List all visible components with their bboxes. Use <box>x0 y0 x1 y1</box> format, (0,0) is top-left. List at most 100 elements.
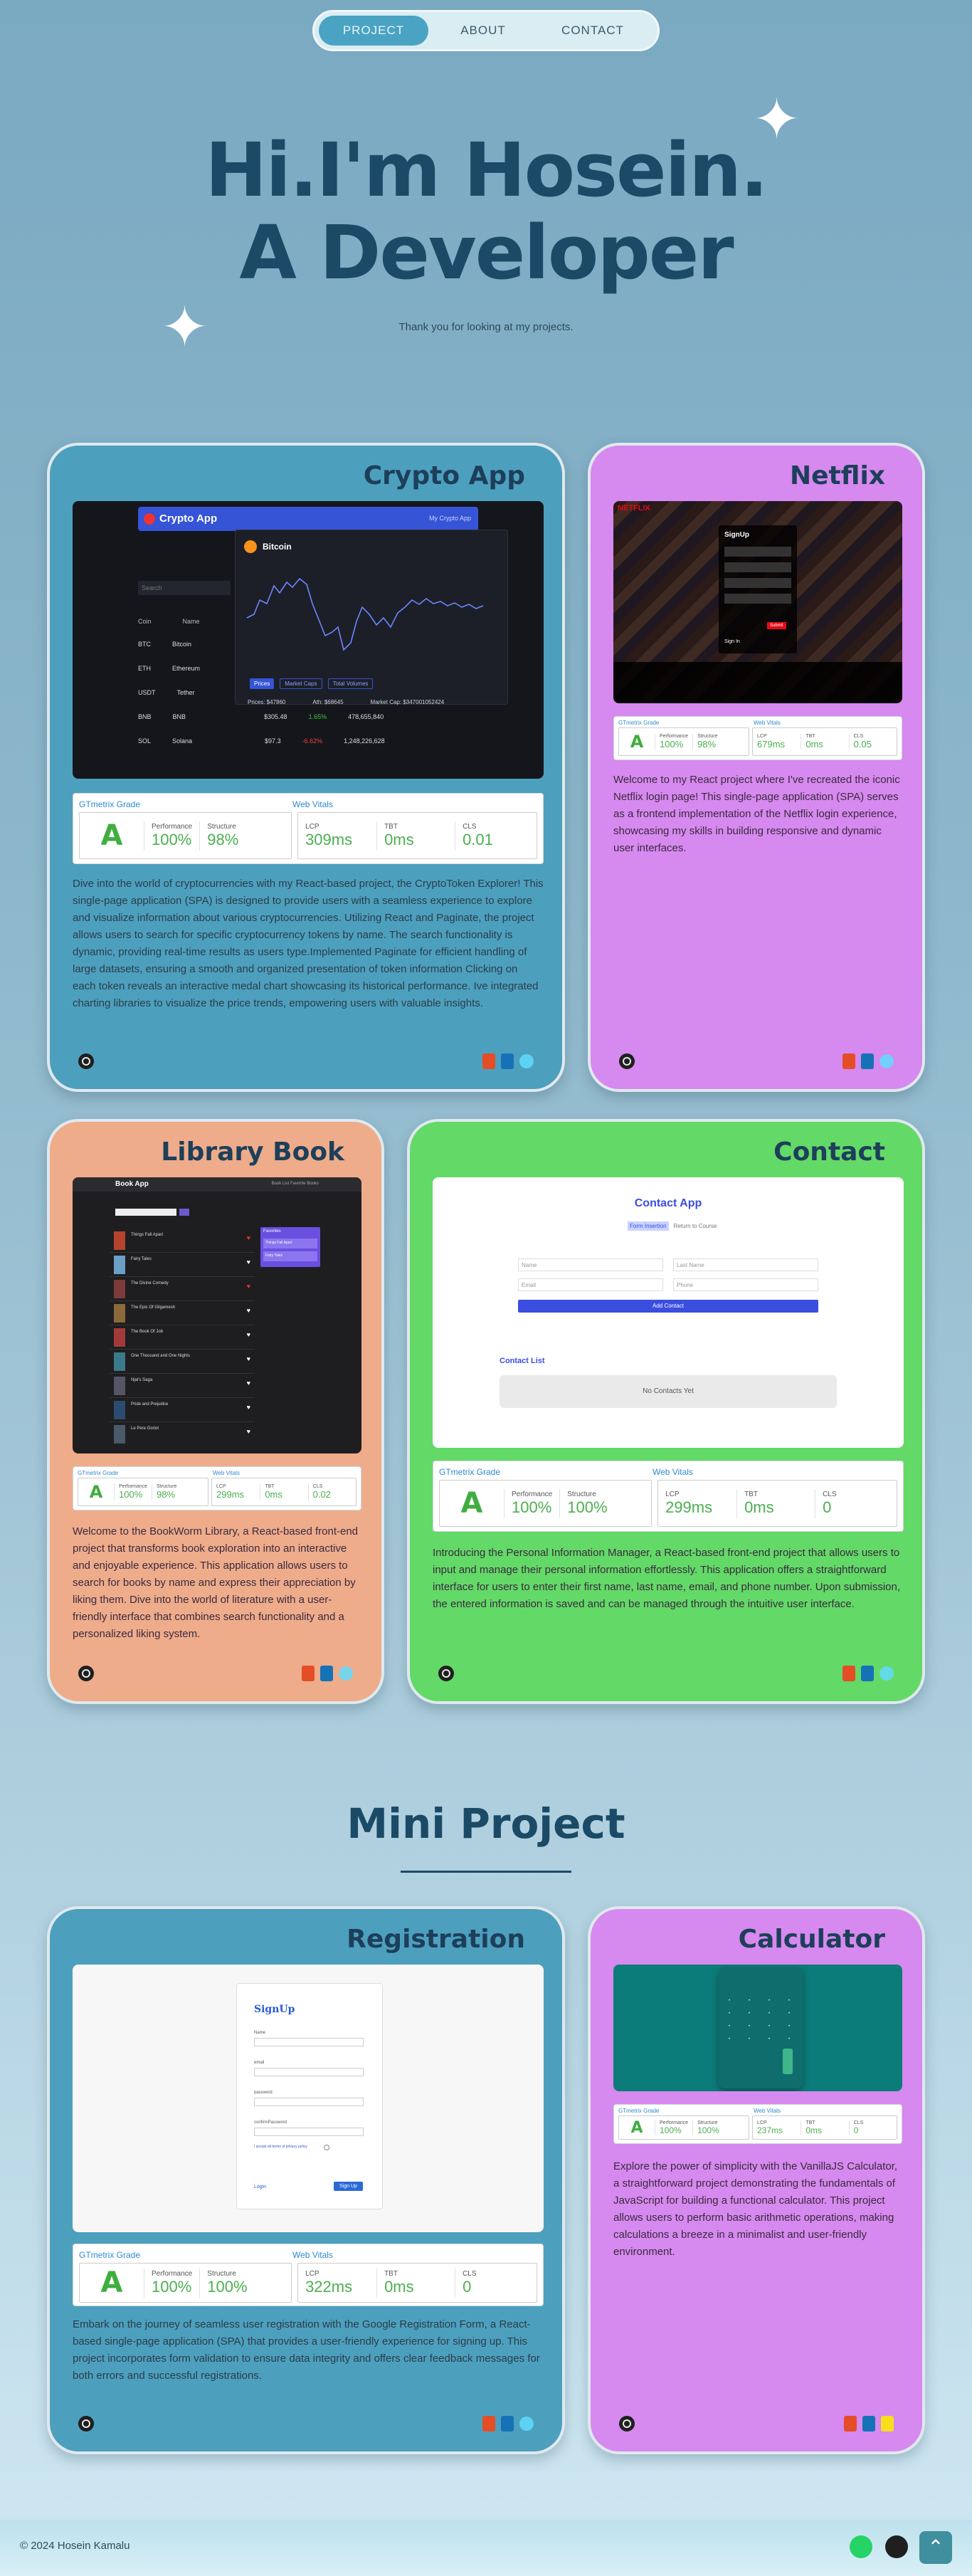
shot-nav-links[interactable]: Book List Favorite Books <box>272 1182 319 1186</box>
whatsapp-icon[interactable] <box>850 2535 872 2558</box>
gtmetrix-panel: GTmetrix Grade Web Vitals A Performance 10… <box>613 2104 902 2144</box>
heart-icon: ♥ <box>246 1404 250 1411</box>
hero-subtitle: Thank you for looking at my projects. <box>398 321 574 333</box>
heart-icon: ♥ <box>246 1307 250 1314</box>
name-field[interactable]: Name <box>518 1258 663 1271</box>
tab-form[interactable]: Form Insertion <box>628 1221 669 1231</box>
add-contact-button[interactable]: Add Contact <box>518 1300 818 1313</box>
grade-badge: A <box>460 1487 483 1520</box>
gtmetrix-panel: GTmetrix Grade Web Vitals A Performance 10… <box>613 716 902 760</box>
gtmetrix-panel: GTmetrix Grade Web Vitals A Performance 10… <box>73 1466 361 1510</box>
shot-search-input[interactable]: Search <box>138 581 231 595</box>
phone-field[interactable]: Phone <box>673 1278 818 1291</box>
github-icon[interactable] <box>619 2416 635 2432</box>
nav-about[interactable]: ABOUT <box>428 16 538 46</box>
project-card-registration: Registration SignUp Name email password … <box>47 1906 565 2454</box>
crypto-logo-icon <box>144 513 155 525</box>
heart-icon: ♥ <box>246 1379 250 1387</box>
gtmetrix-panel: GTmetrix Grade Web Vitals A Performance 10… <box>73 793 544 864</box>
password-input[interactable] <box>254 2098 364 2106</box>
name-input[interactable] <box>254 2038 364 2046</box>
project-screenshot[interactable]: Contact App Form Insertion Return to Cou… <box>433 1177 904 1448</box>
shot-search-input[interactable] <box>115 1209 176 1216</box>
col-coin: Coin <box>138 618 152 625</box>
coin-row[interactable]: BNB BNB $305.48 1.65% 478,655,840 <box>138 713 537 737</box>
login-link[interactable]: Login <box>254 2185 266 2189</box>
signup-button[interactable]: Sign Up <box>334 2182 363 2191</box>
equals-key[interactable] <box>783 2049 793 2074</box>
nav-contact[interactable]: CONTACT <box>538 16 648 46</box>
heart-icon: ♥ <box>246 1355 250 1362</box>
terms-checkbox[interactable] <box>324 2145 329 2150</box>
confirm-password-input[interactable] <box>254 2128 364 2136</box>
coin-row[interactable]: USDT Tether <box>138 689 537 713</box>
project-card-contact: Contact Contact App Form Insertion Retur… <box>407 1119 925 1704</box>
github-icon[interactable] <box>78 1666 94 1681</box>
project-screenshot[interactable]: NETFLIX SignUp Submit Sign In <box>613 501 902 703</box>
coin-row[interactable]: SOL Solana $97.3 -6.62% 1,248,226,628 <box>138 737 537 762</box>
book-row[interactable]: The Book Of Job ♥ <box>110 1325 255 1350</box>
book-row[interactable]: Le Pere Goriot ♥ <box>110 1422 255 1446</box>
react-icon <box>339 1666 353 1681</box>
submit-button[interactable]: Submit <box>767 622 786 629</box>
shot-app-title: Contact App <box>634 1197 702 1209</box>
metric-vitals-label: Web Vitals <box>292 799 333 809</box>
lastname-field[interactable]: Last Name <box>673 1258 818 1271</box>
project-card-crypto: Crypto App Crypto App My Crypto App Bitc… <box>47 443 565 1092</box>
metric-tbt: 0ms <box>384 830 414 848</box>
form-field[interactable] <box>724 547 791 557</box>
col-name: Name <box>182 618 200 625</box>
book-row[interactable]: One Thousand and One Nights ♥ <box>110 1350 255 1374</box>
coin-row[interactable]: ETH Ethereum <box>138 665 537 689</box>
hero-line-2: A Developer <box>239 209 734 296</box>
github-icon[interactable] <box>438 1666 454 1681</box>
form-field[interactable] <box>724 562 791 572</box>
html5-icon <box>302 1666 315 1681</box>
heart-icon: ♥ <box>246 1258 250 1266</box>
arrow-up-icon[interactable]: ⌃ <box>919 2531 952 2564</box>
metric-cls: 0.01 <box>463 830 493 848</box>
search-button[interactable] <box>179 1209 189 1216</box>
book-row[interactable]: Pride and Prejudice ♥ <box>110 1398 255 1422</box>
favorites-panel: Favorites Things Fall Apart Fairy Tales <box>260 1227 320 1267</box>
email-field[interactable]: Email <box>518 1278 663 1291</box>
bitcoin-icon <box>244 540 257 553</box>
project-screenshot[interactable]: Crypto App My Crypto App Bitcoin Prices … <box>73 501 544 779</box>
tab-return[interactable]: Return to Course <box>672 1221 719 1231</box>
book-row[interactable]: Fairy Tales ♥ <box>110 1253 255 1277</box>
form-field[interactable] <box>724 594 791 604</box>
contact-list-title: Contact List <box>500 1357 545 1365</box>
top-nav: PROJECT ABOUT CONTACT <box>312 10 660 51</box>
project-screenshot[interactable]: • • • • • • • • • • • • • • • • <box>613 1965 902 2091</box>
card-title: Contact <box>773 1137 885 1167</box>
book-row[interactable]: Things Fall Apart ♥ <box>110 1229 255 1253</box>
form-field[interactable] <box>724 578 791 588</box>
book-row[interactable]: The Divine Comedy ♥ <box>110 1277 255 1301</box>
book-row[interactable]: The Epic Of Gilgamesh ♥ <box>110 1301 255 1325</box>
metric-performance: 100% <box>152 830 192 848</box>
github-icon[interactable] <box>78 1053 94 1069</box>
book-row[interactable]: Njal's Saga ♥ <box>110 1374 255 1398</box>
shot-app-title: Book App <box>115 1180 149 1188</box>
project-screenshot[interactable]: SignUp Name email password confirmPasswo… <box>73 1965 544 2232</box>
metric-grade-label: GTmetrix Grade <box>79 799 141 809</box>
css3-icon <box>861 1666 874 1681</box>
project-description: Welcome to the BookWorm Library, a React… <box>73 1525 359 1640</box>
coin-row[interactable]: BTC Bitcoin <box>138 641 537 665</box>
metric-lcp: 309ms <box>305 830 353 848</box>
github-icon[interactable] <box>78 2416 94 2432</box>
card-title: Library Book <box>161 1137 344 1167</box>
github-icon[interactable] <box>885 2535 908 2558</box>
card-title: Crypto App <box>363 461 525 490</box>
signin-link[interactable]: Sign In <box>724 639 740 644</box>
nav-project[interactable]: PROJECT <box>319 16 428 46</box>
calculator-body: • • • • • • • • • • • • • • • • <box>719 1967 803 2088</box>
project-description: Welcome to my React project where I've r… <box>613 774 900 854</box>
email-input[interactable] <box>254 2068 364 2076</box>
github-icon[interactable] <box>619 1053 635 1069</box>
react-icon <box>519 1054 534 1068</box>
heart-icon: ♥ <box>246 1428 250 1435</box>
project-description: Embark on the journey of seamless user r… <box>73 2318 540 2382</box>
hero-line-1: Hi.I'm Hosein. <box>205 127 768 214</box>
project-screenshot[interactable]: Book App Book List Favorite Books Things… <box>73 1177 361 1453</box>
